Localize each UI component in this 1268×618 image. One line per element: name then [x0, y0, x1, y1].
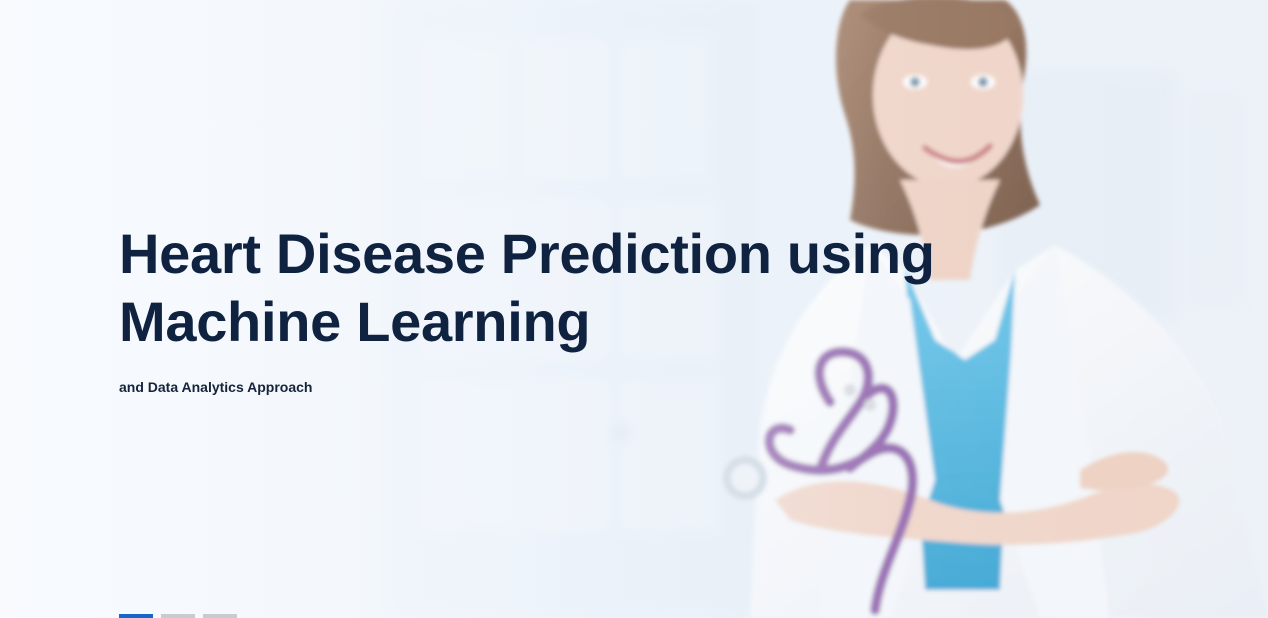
carousel-dot-2[interactable] [161, 614, 195, 618]
hero-content: Heart Disease Prediction using Machine L… [119, 220, 1179, 396]
carousel-pagination [119, 614, 237, 618]
hero-banner: Heart Disease Prediction using Machine L… [0, 0, 1268, 618]
hero-title: Heart Disease Prediction using Machine L… [119, 222, 935, 353]
carousel-dot-3[interactable] [203, 614, 237, 618]
hero-subtitle: and Data Analytics Approach [119, 379, 313, 395]
carousel-dot-1[interactable] [119, 614, 153, 618]
